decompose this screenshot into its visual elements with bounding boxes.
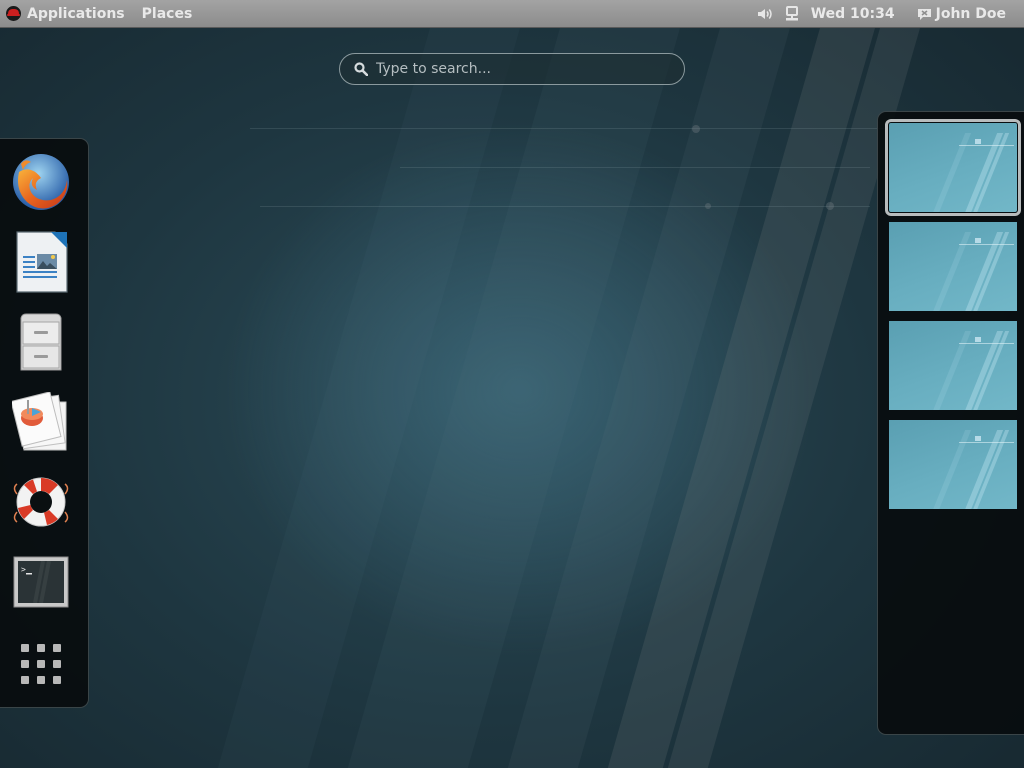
dash-item-files[interactable] (10, 311, 72, 373)
clock[interactable]: Wed 10:34 (811, 0, 895, 28)
top-bar: Applications Places Wed 10:34 John Doe (0, 0, 1024, 28)
applications-menu[interactable]: Applications (27, 0, 125, 28)
background-line (260, 206, 870, 207)
background-stripe (507, 28, 790, 768)
app-grid-icon (21, 644, 61, 684)
dash-item-help[interactable] (10, 471, 72, 533)
places-menu[interactable]: Places (142, 0, 193, 28)
libreoffice-writer-icon (16, 231, 68, 293)
dash-item-libreoffice-writer[interactable] (10, 231, 72, 293)
workspace-switcher (877, 111, 1024, 735)
search-box[interactable] (339, 53, 685, 85)
workspace-thumbnail[interactable] (889, 321, 1017, 410)
volume-icon[interactable] (757, 7, 773, 21)
search-input[interactable] (376, 61, 684, 77)
file-cabinet-icon (20, 313, 62, 371)
workspace-thumbnail[interactable] (889, 222, 1017, 311)
background-stripe (217, 28, 520, 768)
lifebuoy-icon (13, 477, 69, 527)
workspace-thumbnail[interactable] (885, 119, 1021, 216)
workspace-thumbnail[interactable] (889, 420, 1017, 509)
background-stripe (347, 28, 680, 768)
background-line (400, 167, 870, 168)
network-wired-icon[interactable] (785, 6, 799, 22)
terminal-icon: > (13, 556, 69, 608)
user-menu[interactable]: John Doe (936, 0, 1006, 28)
background-stripe (607, 28, 875, 768)
dash: > (0, 138, 89, 708)
dash-item-terminal[interactable]: > (10, 551, 72, 613)
show-applications-button[interactable] (10, 633, 72, 695)
dash-item-firefox[interactable] (10, 151, 72, 213)
dash-item-documents[interactable] (10, 391, 72, 453)
background-dot (826, 202, 834, 210)
chat-status-icon[interactable] (917, 8, 932, 21)
firefox-icon (13, 154, 69, 210)
background-dot (692, 125, 700, 133)
documents-icon (12, 392, 67, 451)
search-icon (354, 62, 368, 76)
svg-text:>: > (21, 565, 26, 574)
redhat-logo-icon[interactable] (6, 6, 21, 21)
background-line (250, 128, 890, 129)
status-area: Wed 10:34 John Doe (757, 0, 1006, 28)
background-dot (705, 203, 711, 209)
